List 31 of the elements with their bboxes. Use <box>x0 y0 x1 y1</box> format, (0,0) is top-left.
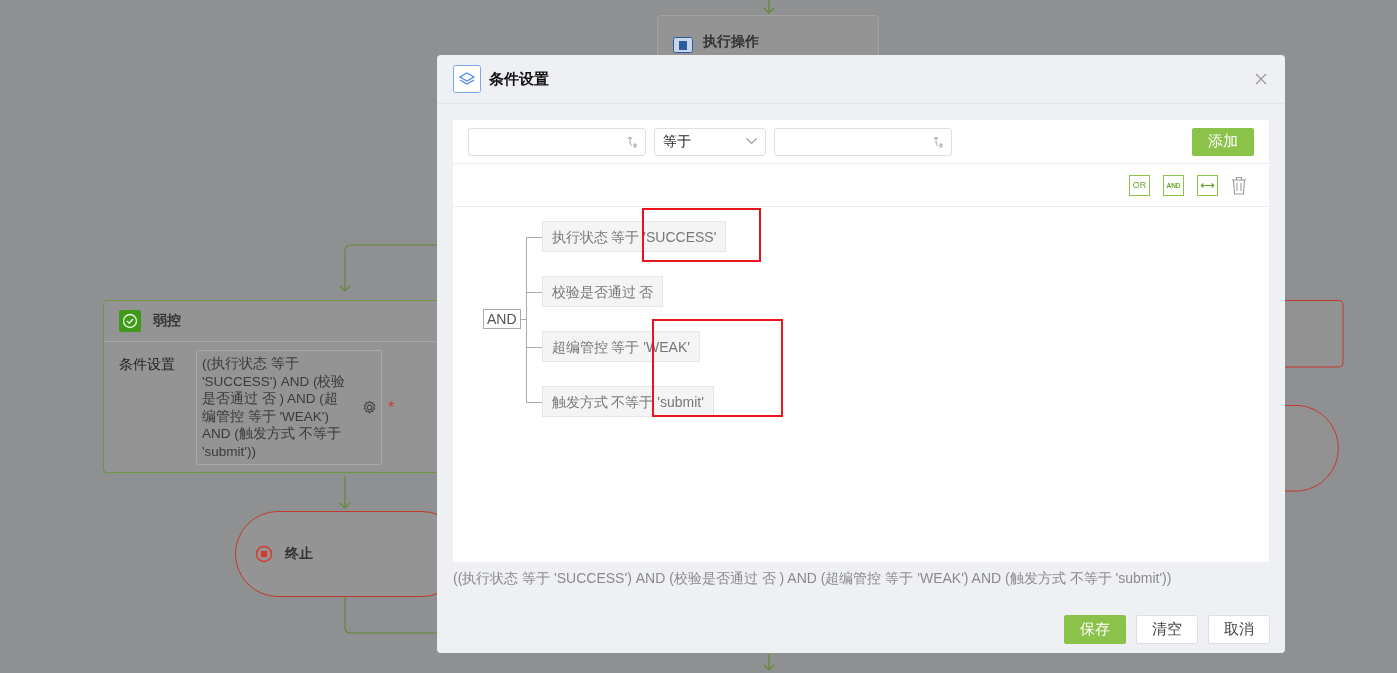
condition-field[interactable]: ((执行状态 等于 'SUCCESS') AND (校验是否通过 否 ) AND (超编管控 等于 'WEAK') AND (触发方式 不等于 'submit')) <box>196 350 382 465</box>
stop-icon <box>255 545 273 563</box>
chevron-down-icon <box>746 138 757 145</box>
node-title: 执行操作 <box>703 33 759 51</box>
layers-icon <box>453 65 481 93</box>
connector-arrow <box>763 0 775 14</box>
connector-arrow <box>339 475 351 509</box>
dialog-title: 条件设置 <box>489 69 550 89</box>
field-label: 条件设置 <box>119 355 176 374</box>
condition-item[interactable]: 触发方式 不等于 'submit' <box>541 386 714 417</box>
trash-icon[interactable] <box>1231 175 1247 195</box>
connector-arrow <box>763 653 775 671</box>
or-button[interactable]: OR <box>1129 174 1150 196</box>
condition-item[interactable]: 校验是否通过 否 <box>541 276 664 307</box>
node-title: 终止 <box>285 545 313 563</box>
document-icon <box>673 37 693 53</box>
close-icon[interactable] <box>1255 73 1267 85</box>
required-mark: * <box>388 398 395 417</box>
footer-button[interactable]: 取消 <box>1208 615 1270 644</box>
footer-button[interactable]: 清空 <box>1136 615 1198 644</box>
node-title: 弱控 <box>153 312 181 330</box>
sort-icon <box>933 135 943 148</box>
condition-item[interactable]: 执行状态 等于 'SUCCESS' <box>541 221 727 252</box>
settings-icon[interactable] <box>362 400 377 415</box>
sort-icon <box>627 135 637 148</box>
flow-node-outline <box>1284 300 1344 368</box>
logic-operator[interactable]: AND <box>483 309 521 329</box>
field-select[interactable] <box>468 127 646 156</box>
check-icon <box>119 310 141 332</box>
operator-select[interactable]: 等于 <box>654 127 766 156</box>
swap-icon[interactable] <box>1197 174 1218 196</box>
